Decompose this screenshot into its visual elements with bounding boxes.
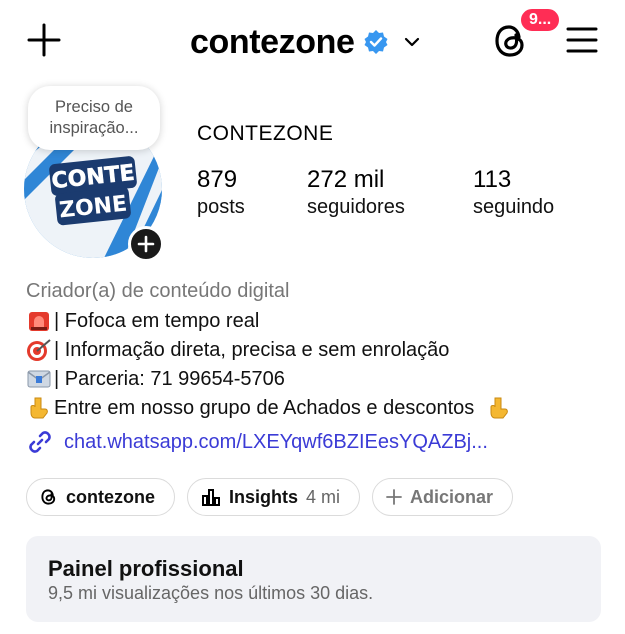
note-text-line1: Preciso de [55,98,133,116]
bio-line: | Fofoca em tempo real [26,309,259,333]
bio-text: Entre em nosso grupo de Achados e descon… [54,396,475,419]
posts-count: 879 [197,166,238,193]
plus-icon [386,489,402,505]
header-username: contezone [190,22,355,61]
chevron-down-icon [404,37,419,47]
link-icon [29,431,51,453]
add-chip-label: Adicionar [410,486,494,507]
bio-text: | Fofoca em tempo real [54,309,260,332]
bio-line: | Parceria: 71 99654-5706 [26,367,285,391]
followers-label: seguidores [307,196,405,218]
pointing-down-icon [490,397,509,419]
account-switcher[interactable]: contezone [190,20,421,64]
bio-line: Entre em nosso grupo de Achados e descon… [26,396,514,420]
professional-dashboard-title: Painel profissional [48,556,244,581]
envelope-icon [27,370,51,388]
hamburger-menu-icon [566,27,598,53]
threads-profile-chip[interactable]: contezone [26,478,175,516]
bio-line: | Informação direta, precisa e sem enrol… [26,338,449,362]
pointing-down-icon [30,397,48,419]
threads-chip-label: contezone [66,486,156,507]
verified-badge-icon [364,30,388,54]
note-text-line2: inspiração... [49,119,139,137]
following-stat[interactable]: 113 seguindo [473,166,554,219]
bio-link[interactable]: chat.whatsapp.com/LXEYqwf6BZIEesYQAZBj..… [26,428,488,456]
threads-icon [41,489,56,505]
add-story-button[interactable] [128,226,164,262]
insights-chip[interactable]: Insights 4 mi [187,478,360,516]
notification-badge[interactable]: 9... [518,6,563,34]
siren-icon [29,312,49,331]
bio-text: | Parceria: 71 99654-5706 [54,367,285,390]
posts-stat[interactable]: 879 posts [197,166,245,219]
create-plus-button[interactable] [26,22,62,58]
plus-icon [27,23,61,57]
followers-stat[interactable]: 272 mil seguidores [307,166,405,219]
profile-display-name: CONTEZONE [197,122,334,145]
target-icon [27,339,51,361]
menu-button[interactable] [566,26,598,54]
bio-link-text: chat.whatsapp.com/LXEYqwf6BZIEesYQAZBj..… [64,430,488,453]
profile-category: Criador(a) de conteúdo digital [26,280,290,302]
insights-chip-count: 4 mi [306,486,341,507]
insights-chip-label: Insights [229,486,299,507]
posts-label: posts [197,196,245,218]
professional-dashboard-subtitle: 9,5 mi visualizações nos últimos 30 dias… [48,583,374,603]
plus-icon [137,235,155,253]
bar-chart-icon [202,489,220,506]
add-chip[interactable]: Adicionar [372,478,513,516]
bio-text: | Informação direta, precisa e sem enrol… [54,338,450,361]
following-count: 113 [473,166,512,193]
followers-count: 272 mil [307,166,385,193]
note-bubble[interactable]: Preciso de inspiração... [28,86,160,150]
following-label: seguindo [473,196,555,218]
